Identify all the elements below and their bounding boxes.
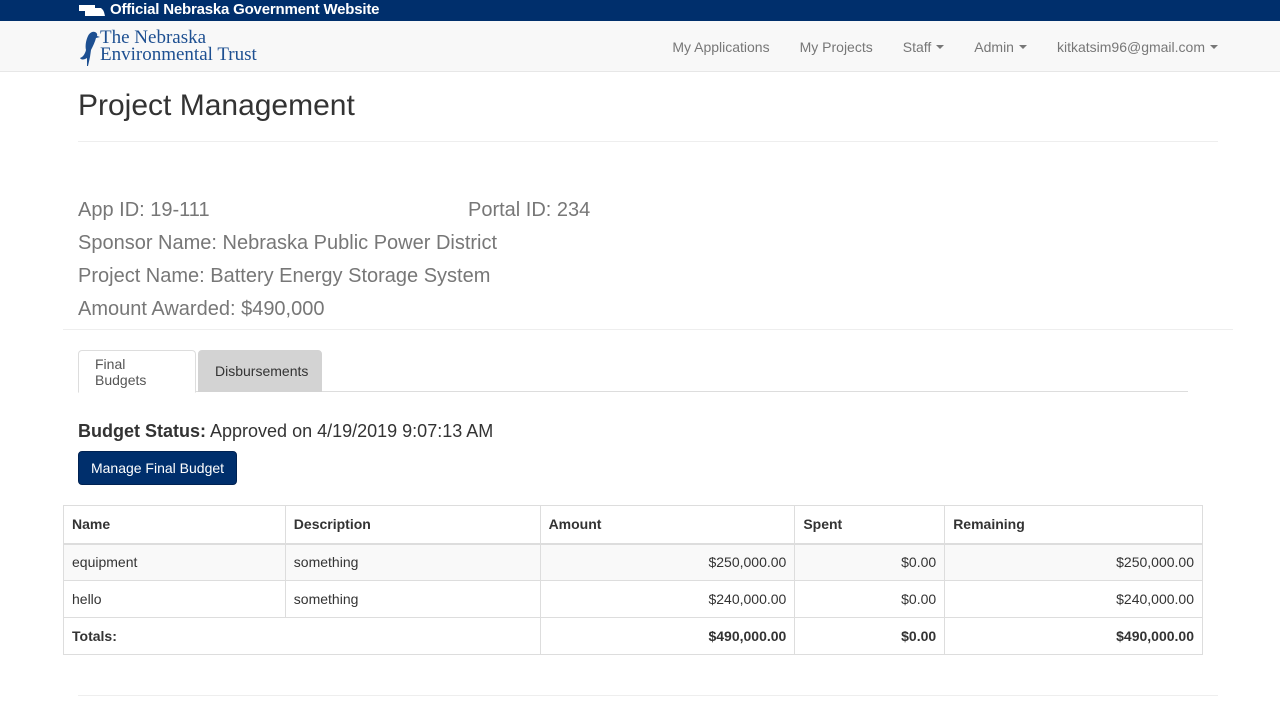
totals-spent: $0.00 — [794, 617, 946, 655]
totals-remaining: $490,000.00 — [944, 617, 1203, 655]
budget-table: Name Description Amount Spent Remaining … — [63, 505, 1203, 655]
column-header-spent: Spent — [794, 505, 946, 545]
nav-staff-dropdown[interactable]: Staff — [888, 39, 960, 55]
top-navbar: The Nebraska Environmental Trust My Appl… — [0, 21, 1280, 72]
nav-staff-label: Staff — [902, 38, 932, 55]
amount-awarded: Amount Awarded: $490,000 — [78, 298, 325, 320]
table-row: hello something $240,000.00 $0.00 $240,0… — [63, 580, 1203, 618]
portal-id: Portal ID: 234 — [468, 199, 591, 221]
totals-label: Totals: — [63, 617, 541, 655]
table-row: equipment something $250,000.00 $0.00 $2… — [63, 543, 1203, 581]
cell-description: something — [284, 543, 541, 581]
info-divider — [63, 329, 1233, 330]
nav-admin-label: Admin — [974, 38, 1014, 55]
app-id: App ID: 19-111 — [78, 199, 210, 221]
nav-user-dropdown[interactable]: kitkatsim96@gmail.com — [1042, 39, 1233, 55]
footer-divider — [78, 695, 1218, 696]
official-government-text: Official Nebraska Government Website — [110, 1, 380, 18]
cell-remaining: $240,000.00 — [944, 580, 1203, 618]
project-tabs: Final Budgets Disbursements — [78, 350, 1188, 393]
header-divider — [78, 141, 1218, 142]
brand-logo-link[interactable]: The Nebraska Environmental Trust — [78, 28, 278, 68]
caret-down-icon — [1018, 44, 1027, 49]
table-header-row: Name Description Amount Spent Remaining — [63, 505, 1203, 545]
official-government-banner: Official Nebraska Government Website — [0, 0, 1280, 21]
nav-my-projects[interactable]: My Projects — [785, 39, 888, 55]
column-header-remaining: Remaining — [944, 505, 1203, 545]
cell-name: equipment — [63, 543, 286, 581]
budget-status-value: Approved on 4/19/2019 9:07:13 AM — [210, 421, 494, 441]
nav-user-email: kitkatsim96@gmail.com — [1056, 38, 1205, 55]
column-header-description: Description — [284, 505, 541, 545]
cell-remaining: $250,000.00 — [944, 543, 1203, 581]
nebraska-state-icon — [79, 5, 105, 16]
cell-name: hello — [63, 580, 286, 618]
column-header-amount: Amount — [539, 505, 796, 545]
tab-disbursements[interactable]: Disbursements — [198, 350, 322, 392]
cell-description: something — [284, 580, 541, 618]
tab-final-budgets[interactable]: Final Budgets — [78, 350, 196, 393]
sponsor-name: Sponsor Name: Nebraska Public Power Dist… — [78, 232, 498, 254]
table-totals-row: Totals: $490,000.00 $0.00 $490,000.00 — [63, 617, 1203, 655]
manage-final-budget-button[interactable]: Manage Final Budget — [78, 451, 237, 485]
totals-amount: $490,000.00 — [539, 617, 796, 655]
nav-admin-dropdown[interactable]: Admin — [959, 39, 1042, 55]
brand-name-line-2: Environmental Trust — [100, 44, 257, 65]
project-name: Project Name: Battery Energy Storage Sys… — [78, 265, 491, 287]
page-title: Project Management — [78, 89, 355, 122]
meadowlark-bird-icon — [80, 31, 100, 66]
column-header-name: Name — [63, 505, 286, 545]
nav-my-applications[interactable]: My Applications — [657, 39, 784, 55]
main-nav: My Applications My Projects Staff Admin … — [657, 21, 1233, 72]
caret-down-icon — [936, 44, 945, 49]
cell-spent: $0.00 — [794, 580, 946, 618]
budget-status-label: Budget Status: — [78, 421, 206, 441]
budget-status: Budget Status: Approved on 4/19/2019 9:0… — [78, 421, 493, 442]
cell-spent: $0.00 — [794, 543, 946, 581]
cell-amount: $240,000.00 — [539, 580, 796, 618]
cell-amount: $250,000.00 — [539, 543, 796, 581]
caret-down-icon — [1210, 44, 1218, 49]
